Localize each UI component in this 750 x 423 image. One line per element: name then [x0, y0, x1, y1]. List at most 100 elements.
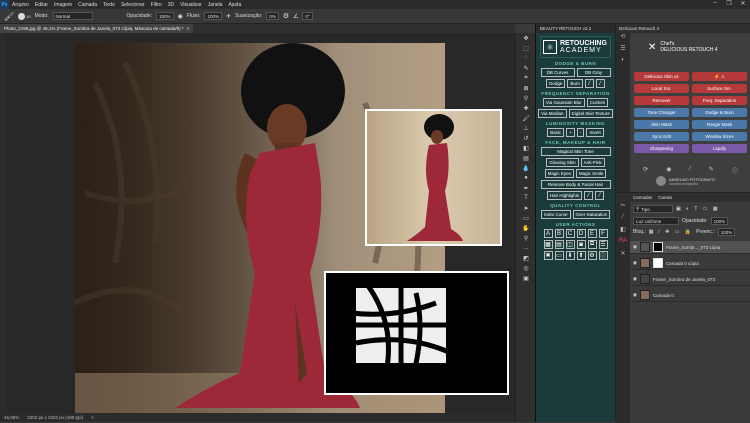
- refresh-icon[interactable]: ⟳: [643, 166, 648, 175]
- window-sizes-button[interactable]: Window Sizes: [692, 132, 747, 141]
- brush-icon[interactable]: ⁄: [584, 79, 594, 88]
- layer-mask-preview[interactable]: [324, 271, 509, 395]
- layer-row[interactable]: ◉ Camada 0: [630, 289, 750, 302]
- menu-visualizar[interactable]: Visualizar: [177, 2, 205, 8]
- screen-mode-icon[interactable]: ▣: [516, 273, 536, 283]
- sharpening-button[interactable]: Sharpening: [634, 144, 689, 153]
- stack-tool-icon[interactable]: ☰: [598, 240, 608, 249]
- brush-preset-picker[interactable]: 19: [18, 12, 31, 20]
- hair-brush-2-icon[interactable]: ⁄: [595, 191, 605, 200]
- user-action-b-button[interactable]: B: [554, 229, 564, 238]
- brush-tool-icon[interactable]: 🖌: [516, 113, 536, 123]
- pressure-opacity-icon[interactable]: ◉: [178, 13, 183, 20]
- color-swatches-icon[interactable]: ◩: [516, 253, 536, 263]
- angle-input[interactable]: 0°: [302, 12, 313, 20]
- magic-eyes-button[interactable]: Magic Eyes: [544, 169, 574, 178]
- brush-small-icon[interactable]: ⁄: [690, 166, 691, 175]
- menu-janela[interactable]: Janela: [205, 2, 226, 8]
- menu-camada[interactable]: Camada: [75, 2, 100, 8]
- range-mask-button[interactable]: Range Mask: [692, 120, 747, 129]
- export-tool-icon[interactable]: ⬆: [576, 251, 586, 260]
- chef-plugin-icon[interactable]: ✕: [616, 250, 630, 262]
- minus-button[interactable]: -: [576, 128, 585, 137]
- eraser-tool-icon[interactable]: ◧: [516, 143, 536, 153]
- magical-skin-button[interactable]: Magical Skin Tone: [540, 147, 611, 156]
- marquee-tool-icon[interactable]: ⬚: [516, 43, 536, 53]
- move-tool-icon[interactable]: ✥: [516, 33, 536, 43]
- solar-curve-button[interactable]: Solar Curve: [540, 210, 571, 219]
- sync-edit-button[interactable]: Sync Edit: [634, 132, 689, 141]
- frame-tool-icon[interactable]: ⊠: [516, 83, 536, 93]
- flow-input[interactable]: 100%: [204, 12, 222, 20]
- menu-3d[interactable]: 3D: [165, 2, 177, 8]
- path-select-icon[interactable]: ➤: [516, 203, 536, 213]
- surface-sm-button[interactable]: Surface Sm.: [692, 84, 747, 93]
- hair-brush-icon[interactable]: ⁄: [584, 191, 594, 200]
- anti-pink-button[interactable]: Anti-Pink: [580, 158, 605, 167]
- gear-icon[interactable]: ⚙: [283, 12, 289, 20]
- save-tool-icon[interactable]: ⬇: [565, 251, 575, 260]
- delicious-extra-icons[interactable]: ⚡ ⚠: [692, 72, 747, 81]
- quick-mask-icon[interactable]: ◎: [516, 263, 536, 273]
- blend-mode-select[interactable]: Luz Unifome: [633, 217, 679, 225]
- document-tab[interactable]: Photo_2199.jpg @ 46,1% (Frame_Sombra de …: [0, 24, 194, 33]
- brush-soft-icon[interactable]: ⁄: [595, 79, 605, 88]
- magic-smile-button[interactable]: Magic Smile: [575, 169, 607, 178]
- menu-filtro[interactable]: Filtro: [148, 2, 165, 8]
- freq-separation-button[interactable]: Freq. Separation: [692, 96, 747, 105]
- over-saturation-button[interactable]: Over-Saturation: [572, 210, 611, 219]
- menu-editar[interactable]: Editar: [32, 2, 51, 8]
- dodge-button[interactable]: Dodge: [546, 79, 566, 88]
- gradient-tool-icon[interactable]: ▤: [516, 153, 536, 163]
- crop-tool-icon[interactable]: ⌗: [516, 73, 536, 83]
- paths-icon[interactable]: ✂: [616, 202, 630, 214]
- brush-tool-icon[interactable]: 🖌: [4, 12, 14, 21]
- liquify-button[interactable]: Liquify: [692, 144, 747, 153]
- history-icon[interactable]: ⟲: [616, 33, 630, 45]
- via-median-button[interactable]: Via Median: [538, 109, 567, 118]
- flatten-tool-icon[interactable]: ▭: [554, 251, 564, 260]
- tab-canais[interactable]: Canais: [658, 195, 672, 200]
- grid-tool-icon[interactable]: ▦: [543, 240, 553, 249]
- zoom-readout[interactable]: 46,05%: [4, 415, 19, 420]
- status-arrow-icon[interactable]: >: [91, 415, 94, 420]
- remover-button[interactable]: Remover: [634, 96, 689, 105]
- healing-tool-icon[interactable]: ✚: [516, 103, 536, 113]
- menu-arquivo[interactable]: Arquivo: [9, 2, 32, 8]
- settings-tool-icon[interactable]: ⚙: [587, 251, 597, 260]
- stamp-tool-icon[interactable]: ⊥: [516, 123, 536, 133]
- burn-button[interactable]: Burn: [567, 79, 583, 88]
- invert-button[interactable]: Invert: [586, 128, 604, 137]
- basic-button[interactable]: Basic: [547, 128, 565, 137]
- mode-select[interactable]: Normal: [52, 12, 93, 20]
- user-action-a-button[interactable]: A: [543, 229, 553, 238]
- layer-filter-select[interactable]: ⚲ Tipo: [633, 205, 673, 213]
- tab-camadas[interactable]: Camadas: [633, 195, 652, 200]
- eyedropper-tool-icon[interactable]: ⚲: [516, 93, 536, 103]
- mask-tool-icon[interactable]: ◙: [576, 240, 586, 249]
- smoothing-input[interactable]: 0%: [266, 12, 279, 20]
- quick-select-tool-icon[interactable]: ✎: [516, 63, 536, 73]
- via-gaussian-button[interactable]: Via Gaussian Blur: [542, 98, 585, 107]
- layer-mask-thumbnail[interactable]: [652, 242, 663, 252]
- layer-mask-thumbnail[interactable]: [652, 258, 663, 268]
- pen-small-icon[interactable]: ✎: [709, 166, 714, 175]
- hair-highlights-button[interactable]: Hair Highlights: [546, 191, 583, 200]
- remove-body-hair-button[interactable]: Remove Body & Facial Hair: [540, 180, 611, 189]
- local-sm-button[interactable]: Local Sm.: [634, 84, 689, 93]
- zoom-tool-icon[interactable]: ⚲: [516, 233, 536, 243]
- eye-icon[interactable]: ◉: [633, 292, 637, 298]
- user-action-e-button[interactable]: E: [587, 229, 597, 238]
- info-tool-icon[interactable]: ⓘ: [598, 251, 608, 260]
- glowing-skin-button[interactable]: Glowing Skin: [546, 158, 579, 167]
- more-tools-icon[interactable]: …: [516, 243, 536, 253]
- minimize-icon[interactable]: –: [708, 0, 722, 9]
- custom-button[interactable]: Custom: [586, 98, 609, 107]
- type-tool-icon[interactable]: T: [516, 193, 536, 203]
- airbrush-icon[interactable]: ✈: [226, 13, 231, 20]
- shape-tool-icon[interactable]: ▭: [516, 213, 536, 223]
- reference-thumbnail[interactable]: [365, 109, 502, 246]
- eye-icon[interactable]: ◉: [633, 244, 637, 250]
- lasso-tool-icon[interactable]: ◌: [516, 53, 536, 63]
- close-icon[interactable]: ✕: [736, 0, 750, 9]
